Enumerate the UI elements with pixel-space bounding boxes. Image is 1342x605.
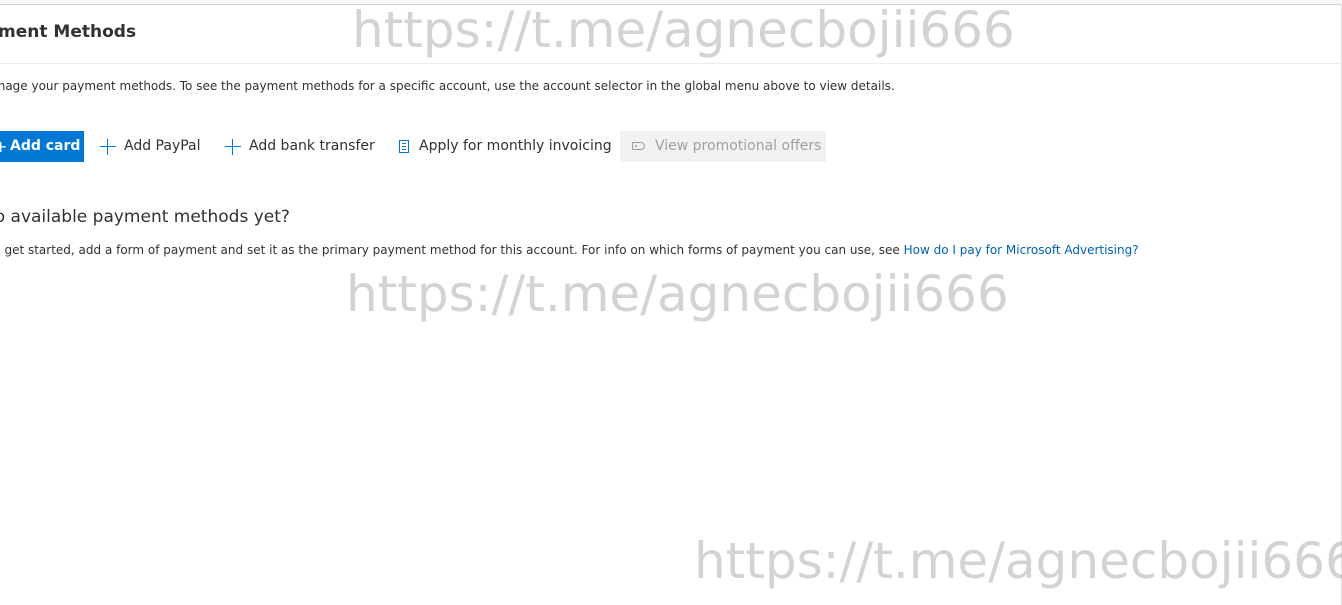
add-paypal-button[interactable]: Add PayPal	[100, 131, 201, 162]
top-border	[0, 0, 1342, 5]
payment-methods-page: Payment Methods Manage your payment meth…	[0, 0, 1342, 605]
empty-state-heading: No available payment methods yet?	[0, 207, 290, 227]
invoice-icon	[399, 140, 409, 153]
header-divider	[0, 63, 1342, 64]
add-bank-transfer-label: Add bank transfer	[249, 138, 375, 154]
empty-state-body: To get started, add a form of payment an…	[0, 243, 904, 257]
view-promotional-offers-button[interactable]: View promotional offers	[620, 131, 826, 162]
add-paypal-label: Add PayPal	[124, 138, 201, 154]
plus-icon: +	[0, 137, 8, 156]
apply-invoicing-label: Apply for monthly invoicing	[419, 138, 612, 154]
add-bank-transfer-button[interactable]: Add bank transfer	[225, 131, 375, 162]
page-title: Payment Methods	[0, 22, 137, 42]
help-link[interactable]: How do I pay for Microsoft Advertising?	[904, 243, 1139, 257]
watermark-text: https://t.me/agnecbojii666	[352, 1, 1015, 59]
empty-state-text: To get started, add a form of payment an…	[0, 243, 1139, 257]
watermark-text: https://t.me/agnecbojii666	[694, 532, 1342, 590]
apply-monthly-invoicing-button[interactable]: Apply for monthly invoicing	[397, 131, 612, 162]
plus-icon	[100, 138, 116, 155]
add-card-button[interactable]: + Add card	[0, 131, 84, 162]
add-card-label: Add card	[10, 138, 81, 154]
page-description: Manage your payment methods. To see the …	[0, 79, 895, 93]
command-bar: + Add card Add PayPal Add bank transfer …	[0, 131, 1342, 163]
plus-icon	[225, 138, 241, 155]
watermark-text: https://t.me/agnecbojii666	[346, 265, 1009, 323]
view-offers-label: View promotional offers	[655, 138, 822, 154]
tag-icon	[632, 142, 645, 150]
